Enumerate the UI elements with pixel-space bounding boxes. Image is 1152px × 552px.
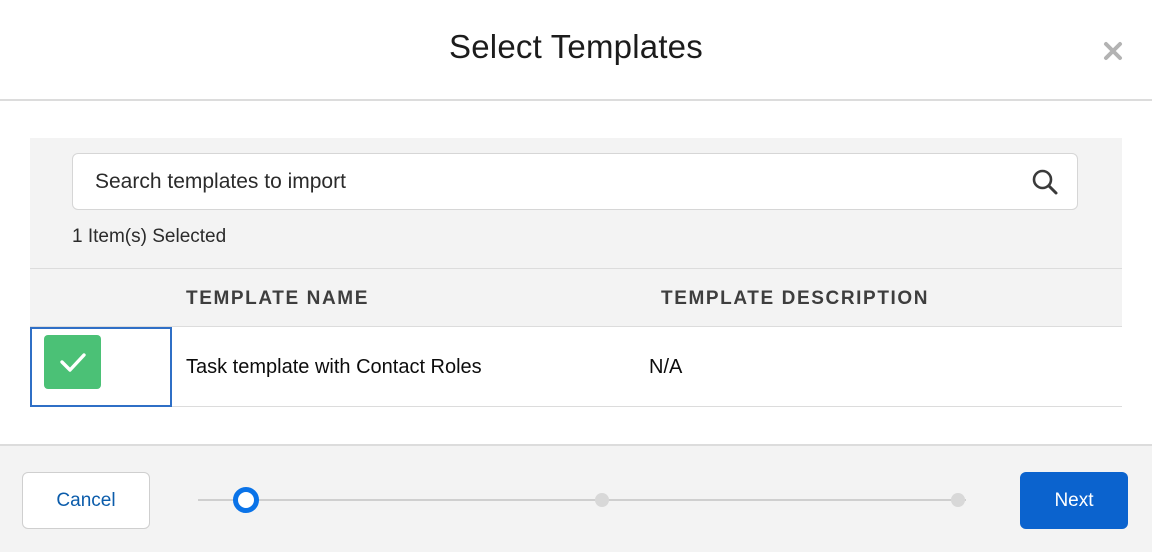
modal-footer: Cancel Next: [0, 444, 1152, 552]
modal-title: Select Templates: [449, 28, 703, 65]
search-box[interactable]: [72, 153, 1078, 210]
row-checkbox[interactable]: [44, 335, 101, 389]
close-icon: [1104, 42, 1122, 60]
modal-body: 1 Item(s) Selected TEMPLATE NAME TEMPLAT…: [0, 101, 1152, 444]
column-header-template-description: TEMPLATE DESCRIPTION: [661, 288, 930, 309]
progress-step-3[interactable]: [951, 493, 965, 507]
search-input[interactable]: [95, 154, 1015, 209]
row-select-cell[interactable]: [30, 327, 172, 407]
selected-count: 1 Item(s) Selected: [72, 226, 227, 247]
template-description-cell: N/A: [649, 356, 683, 378]
template-name-cell: Task template with Contact Roles: [186, 356, 482, 378]
checkmark-icon: [59, 353, 86, 372]
search-panel: 1 Item(s) Selected: [30, 138, 1122, 268]
column-header-template-name: TEMPLATE NAME: [186, 288, 369, 309]
modal-header: Select Templates: [0, 0, 1152, 101]
table-row[interactable]: Task template with Contact Roles N/A: [30, 327, 1122, 407]
progress-indicator: [198, 486, 968, 514]
progress-step-1[interactable]: [233, 487, 259, 513]
table-header: TEMPLATE NAME TEMPLATE DESCRIPTION: [30, 268, 1122, 327]
close-button[interactable]: [1100, 38, 1126, 64]
search-icon[interactable]: [1031, 168, 1059, 196]
cancel-button[interactable]: Cancel: [22, 472, 150, 529]
progress-step-2[interactable]: [595, 493, 609, 507]
progress-track: [198, 499, 966, 501]
next-button[interactable]: Next: [1020, 472, 1128, 529]
